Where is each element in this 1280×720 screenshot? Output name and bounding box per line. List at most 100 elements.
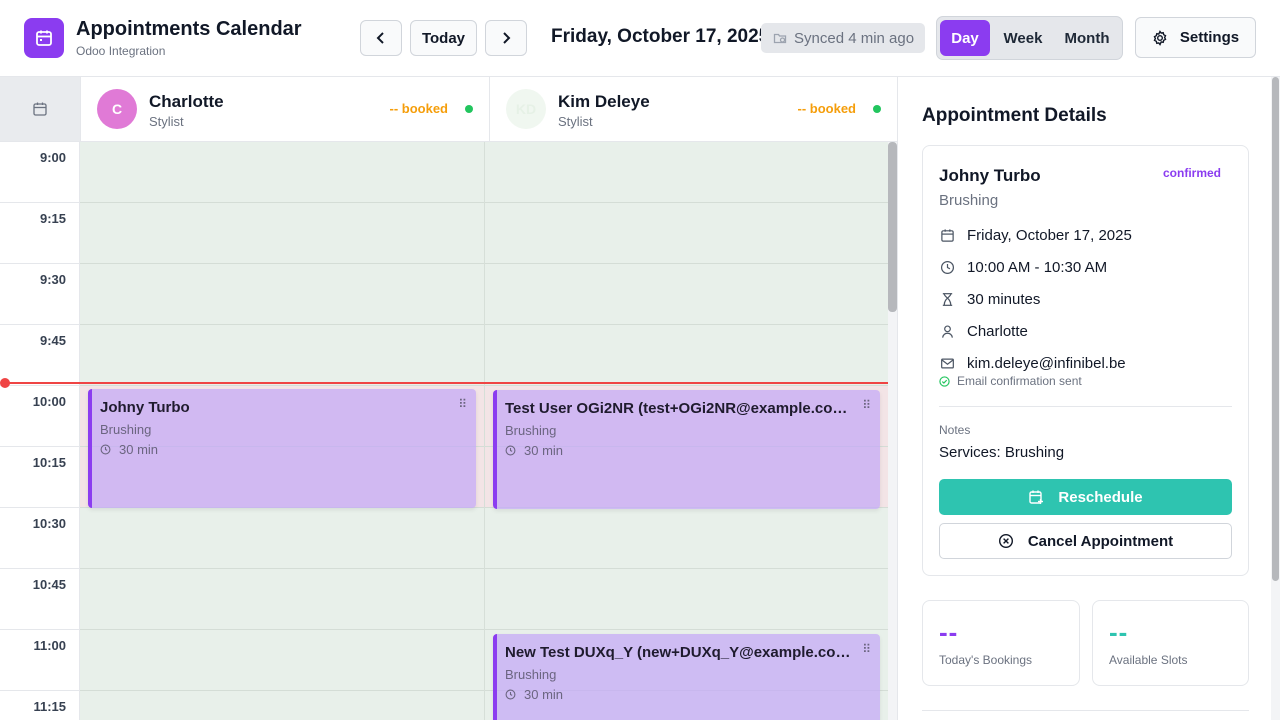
reschedule-button[interactable]: Reschedule [939,479,1232,515]
app-subtitle: Odoo Integration [76,44,166,58]
staff-column-header-charlotte: C Charlotte Stylist -- booked [80,77,489,142]
time-divider [0,324,79,325]
panel-title: Appointment Details [922,105,1107,126]
column-separator [484,142,485,720]
today-button[interactable]: Today [410,20,477,56]
service-name: Brushing [939,192,999,209]
calendar-icon [939,228,955,244]
clock-icon [939,260,955,276]
appointment-detail-card: Johny Turbo confirmed Brushing Friday, O… [922,145,1249,576]
calendar-plus-icon [1029,490,1044,504]
cancel-label: Cancel Appointment [1027,532,1174,550]
cancel-appointment-button[interactable]: Cancel Appointment [939,523,1232,559]
available-slots-card: -- Available Slots [1092,600,1249,686]
duration-text: 30 min [524,443,564,458]
detail-time: 10:00 AM - 10:30 AM [939,259,1107,276]
time-divider [0,568,79,569]
detail-duration: 30 minutes [939,291,1040,308]
chevron-right-icon [503,32,511,44]
time-label: 10:30 [32,516,66,531]
notes-label: Notes [939,423,971,437]
avatar: KD [506,89,546,129]
next-section-edge [922,710,1249,720]
clock-icon [505,689,516,700]
appointment-duration: 30 min [505,687,563,702]
appointment-details-panel: Appointment Details Johny Turbo confirme… [897,77,1280,720]
calendar-small-icon [33,102,47,116]
time-divider [0,629,79,630]
stat-label: Today's Bookings [939,653,1033,667]
user-icon [939,324,955,340]
sync-status-text: Synced 4 min ago [794,29,915,47]
view-month-button[interactable]: Month [1055,20,1119,56]
email-confirmation-text: Email confirmation sent [957,374,1082,388]
staff-role: Stylist [149,114,184,129]
current-date: Friday, October 17, 2025 [551,26,770,47]
detail-email-text: kim.deleye@infinibel.be [967,355,1126,372]
time-label: 10:00 [32,394,66,409]
time-divider [0,202,79,203]
time-divider [0,385,79,386]
previous-day-button[interactable] [360,20,402,56]
sync-folder-icon [773,33,787,44]
detail-date-text: Friday, October 17, 2025 [967,227,1132,244]
clock-icon [505,445,516,456]
stat-value: -- [1109,617,1129,647]
appointment-card[interactable]: Johny Turbo ⠿ Brushing 30 min [88,389,476,508]
next-day-button[interactable] [485,20,527,56]
drag-handle-icon[interactable]: ⠿ [458,397,467,411]
stat-value: -- [939,617,959,647]
staff-name: Charlotte [149,92,224,111]
clock-icon [100,444,111,455]
booked-count: -- booked [389,101,449,116]
appointment-title: New Test DUXq_Y (new+DUXq_Y@example.com,… [505,644,854,661]
settings-button[interactable]: Settings [1135,17,1256,58]
appointment-duration: 30 min [100,442,158,457]
status-dot [465,105,473,113]
time-label: 10:15 [32,455,66,470]
mail-icon [939,356,955,372]
detail-time-text: 10:00 AM - 10:30 AM [967,259,1108,276]
duration-text: 30 min [524,687,564,702]
view-week-button[interactable]: Week [995,20,1051,56]
detail-email: kim.deleye@infinibel.be [939,355,1126,372]
calendar-icon [24,18,64,58]
appointment-card[interactable]: Test User OGi2NR (test+OGi2NR@example.co… [493,390,880,509]
appointment-duration: 30 min [505,443,563,458]
detail-staff-text: Charlotte [967,323,1028,340]
app-title: Appointments Calendar [76,18,302,40]
status-dot [873,105,881,113]
chevron-left-icon [376,32,384,44]
time-divider [0,446,79,447]
client-name: Johny Turbo [939,166,1041,185]
view-switcher: Day Week Month [936,16,1123,60]
detail-date: Friday, October 17, 2025 [939,227,1132,244]
time-label: 11:15 [33,699,66,714]
gear-icon [1153,29,1167,46]
drag-handle-icon[interactable]: ⠿ [862,398,871,412]
appointment-title: Johny Turbo [100,399,190,416]
status-badge: confirmed [1162,166,1221,180]
settings-label: Settings [1179,29,1240,46]
drag-handle-icon[interactable]: ⠿ [862,642,871,656]
view-day-button[interactable]: Day [940,20,990,56]
notes-value: Services: Brushing [939,444,1065,461]
sync-status-badge: Synced 4 min ago [761,23,925,53]
x-circle-icon [998,533,1013,549]
calendar-corner [0,77,80,142]
time-label: 9:45 [39,333,66,348]
current-time-line [5,382,888,384]
calendar-scrollbar-thumb[interactable] [888,142,897,312]
time-divider [0,507,79,508]
reschedule-label: Reschedule [1058,488,1143,506]
time-column: 9:00 9:15 9:30 9:45 10:00 10:15 10:30 10… [0,142,80,720]
avatar: C [97,89,137,129]
staff-column-header-kim-deleye: KD Kim Deleye Stylist -- booked [489,77,897,142]
time-label: 10:45 [32,577,66,592]
schedule-grid[interactable]: Johny Turbo ⠿ Brushing 30 min Test User … [80,142,888,720]
duration-text: 30 min [119,442,159,457]
appointment-card[interactable]: New Test DUXq_Y (new+DUXq_Y@example.com,… [493,634,880,720]
panel-scrollbar-thumb[interactable] [1272,77,1279,581]
todays-bookings-card: -- Today's Bookings [922,600,1080,686]
appointment-service: Brushing [100,422,152,437]
